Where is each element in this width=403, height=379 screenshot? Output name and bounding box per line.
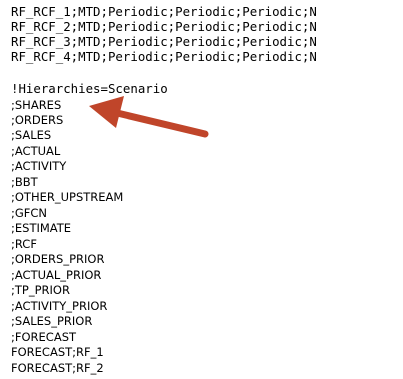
header-line-2: RF_RCF_2;MTD;Periodic;Periodic;Periodic;… (11, 19, 317, 34)
scenario-item: ;RCF (11, 237, 37, 251)
scenario-item: ;SHARES (11, 98, 62, 112)
header-line-3: RF_RCF_3;MTD;Periodic;Periodic;Periodic;… (11, 34, 317, 49)
scenario-item: ;ACTUAL (11, 144, 61, 158)
arrow-shaft (109, 108, 209, 138)
scenario-item: ;ESTIMATE (11, 221, 72, 235)
scenario-item: ;BBT (11, 175, 38, 189)
header-line-1: RF_RCF_1;MTD;Periodic;Periodic;Periodic;… (11, 4, 317, 19)
scenario-item: ;FORECAST (11, 330, 77, 344)
scenario-item: FORECAST;RF_2 (11, 361, 104, 375)
scenario-item: ;GFCN (11, 206, 48, 220)
scenario-item: ;ORDERS_PRIOR (11, 252, 105, 266)
scenario-item: ;OTHER_UPSTREAM (11, 190, 124, 204)
scenario-item: ;TP_PRIOR (11, 283, 70, 297)
scenario-item: ;SALES (11, 128, 52, 142)
scenario-item: ;SALES_PRIOR (11, 314, 93, 328)
arrow-head (89, 96, 124, 128)
hierarchy-heading: !Hierarchies=Scenario (11, 81, 168, 96)
scenario-item: ;ACTIVITY (11, 159, 67, 173)
text-file-view: RF_RCF_1;MTD;Periodic;Periodic;Periodic;… (0, 0, 403, 379)
scenario-item: ;ACTUAL_PRIOR (11, 268, 102, 282)
scenario-item: ;ORDERS (11, 113, 64, 127)
header-line-4: RF_RCF_4;MTD;Periodic;Periodic;Periodic;… (11, 49, 317, 64)
scenario-item: FORECAST;RF_1 (11, 345, 104, 359)
scenario-item: ;ACTIVITY_PRIOR (11, 299, 108, 313)
